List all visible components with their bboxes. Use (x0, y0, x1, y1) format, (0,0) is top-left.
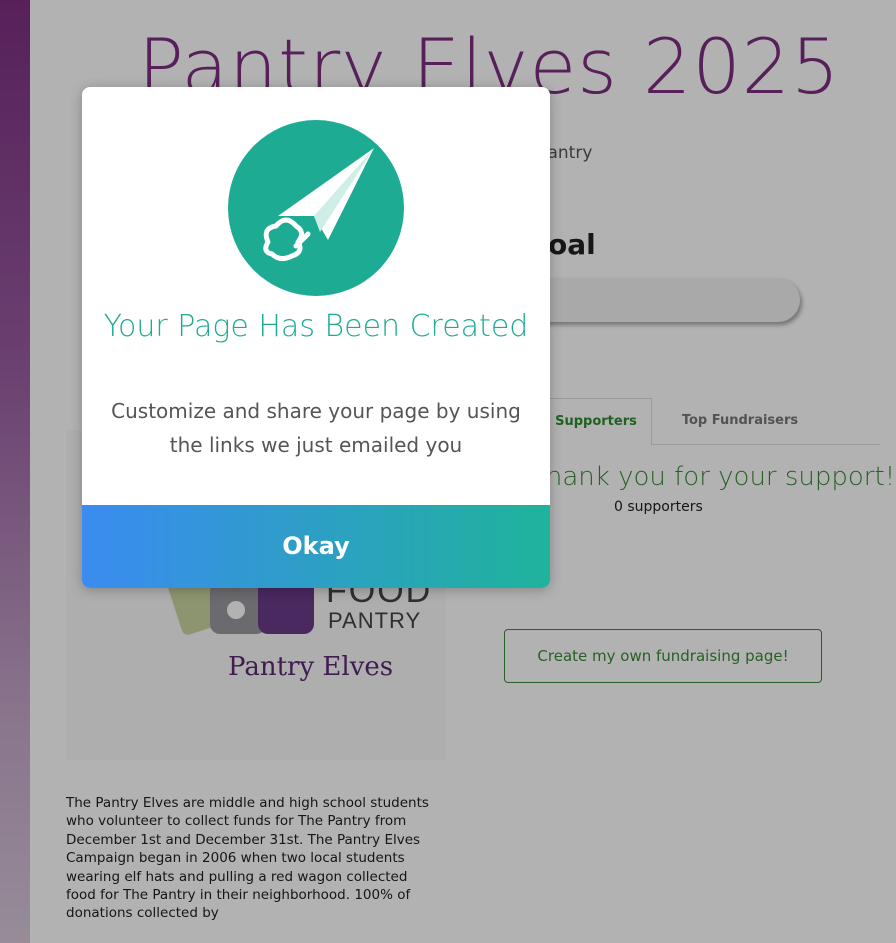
paper-plane-icon (228, 120, 404, 296)
dialog-message: Customize and share your page by using t… (111, 399, 521, 457)
dialog-title: Your Page Has Been Created (103, 309, 529, 344)
page-created-dialog: Your Page Has Been Created Customize and… (82, 87, 550, 588)
okay-button[interactable]: Okay (82, 505, 550, 588)
